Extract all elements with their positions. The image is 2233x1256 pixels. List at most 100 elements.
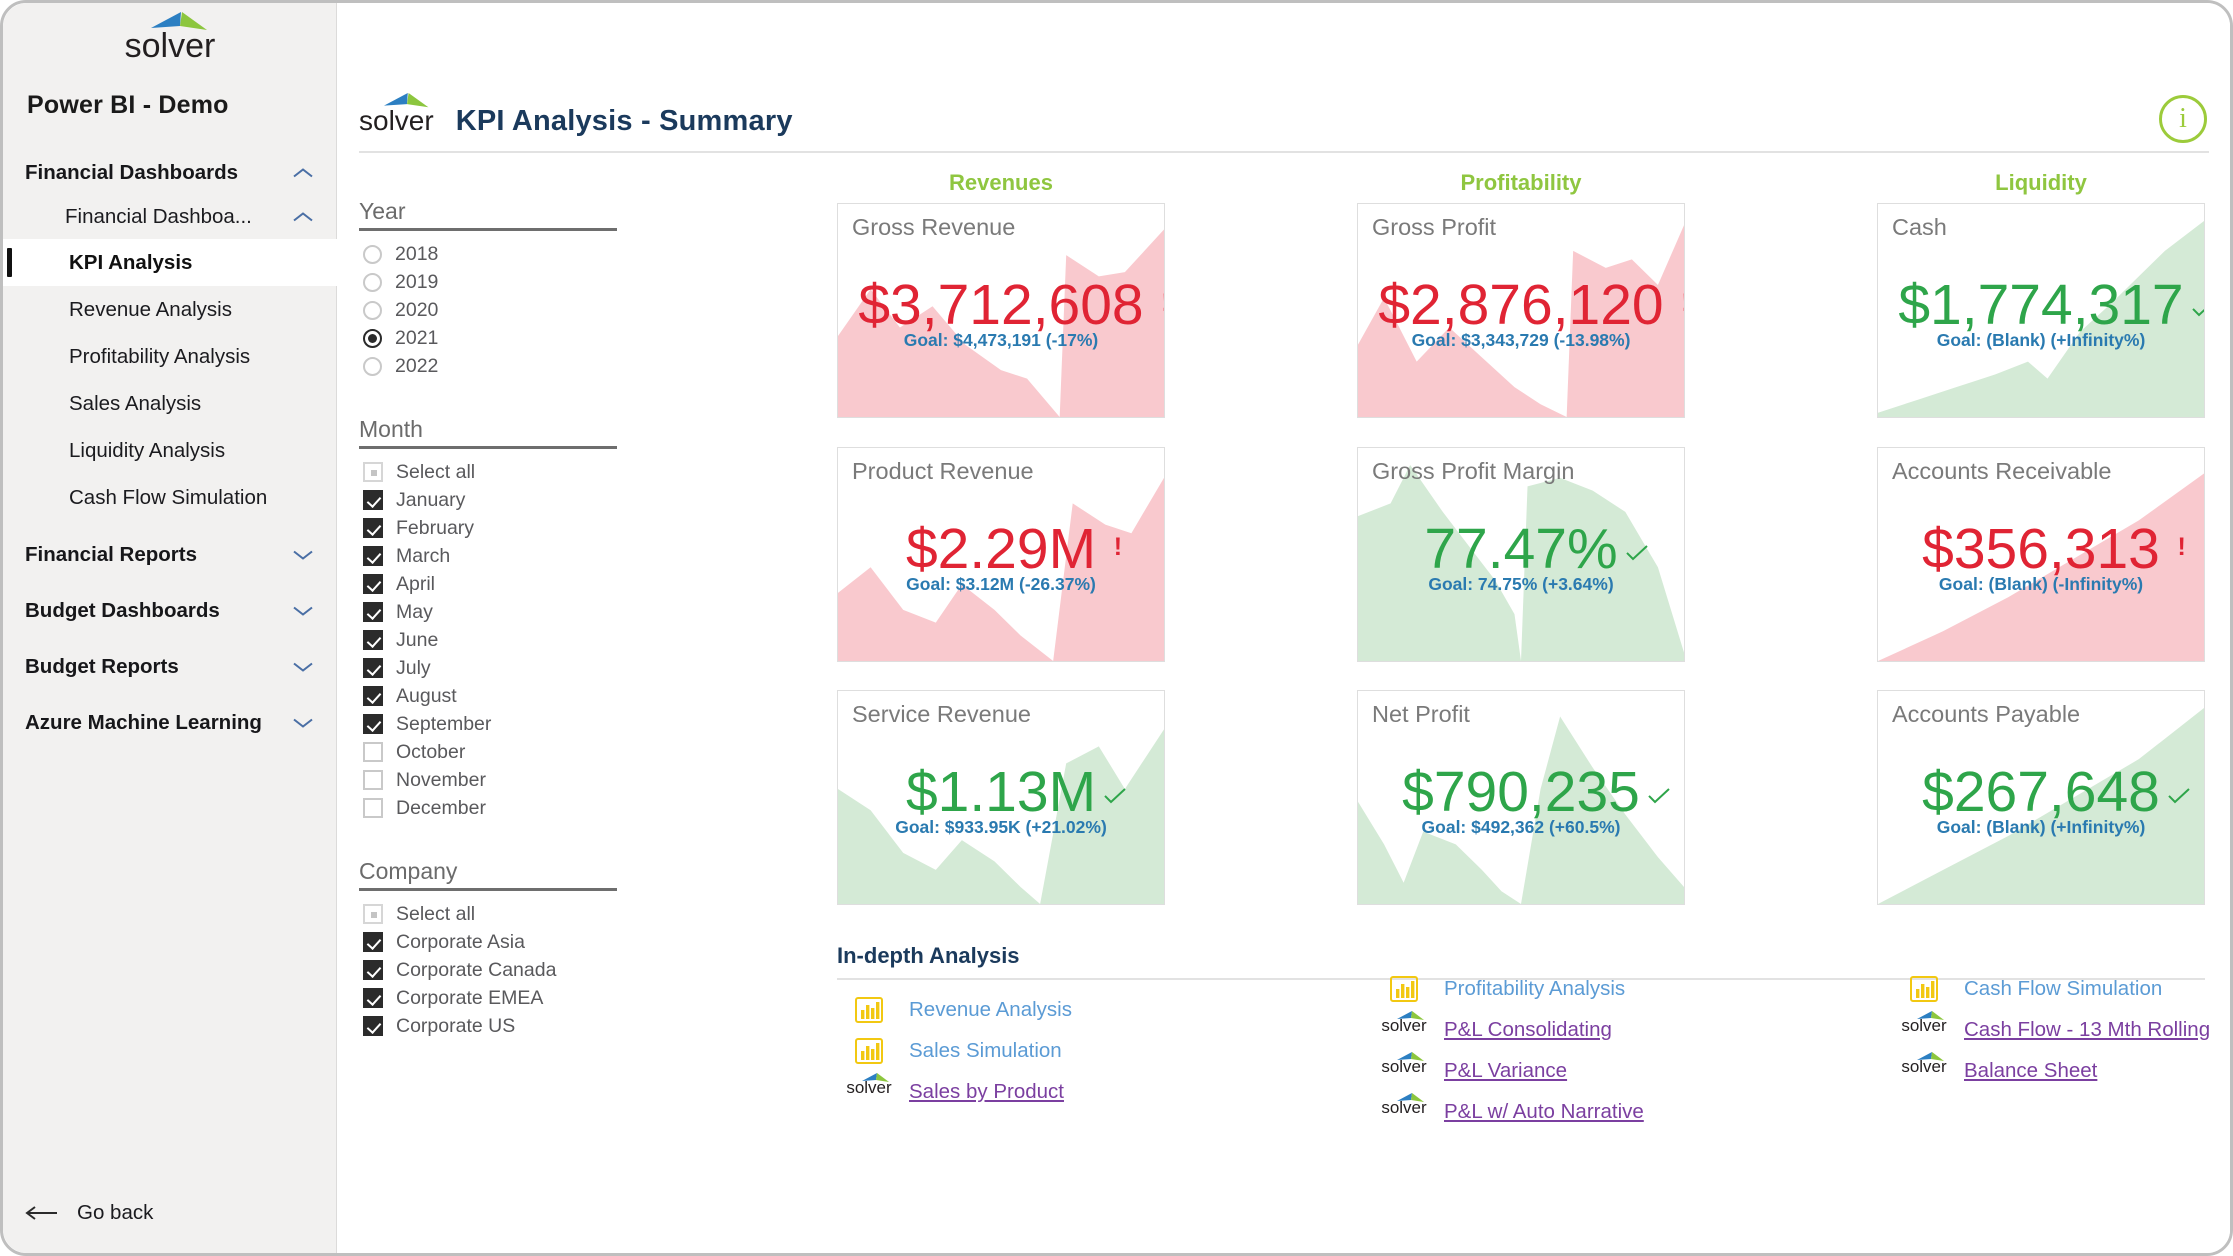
kpi-card-net-profit[interactable]: Net Profit $790,235 Goal: $492,362 (+60.5%… <box>1357 690 1685 905</box>
kpi-card-accounts-receivable[interactable]: Accounts Receivable $356,313! Goal: (Blank… <box>1877 447 2205 662</box>
sidebar-item-label: Profitability Analysis <box>69 344 251 368</box>
kpi-card-accounts-payable[interactable]: Accounts Payable $267,648 Goal: (Blank) (+… <box>1877 690 2205 905</box>
kpi-card-gross-profit[interactable]: Gross Profit $2,876,120!Goal: $3,343,729 … <box>1357 203 1685 418</box>
month-option-september[interactable]: September <box>359 710 629 738</box>
year-option-2019[interactable]: 2019 <box>359 268 629 296</box>
indepth-link-balance-sheet[interactable]: solver Balance Sheet <box>1901 1050 2210 1091</box>
header-divider <box>359 151 2209 153</box>
divider <box>359 446 617 449</box>
sidebar-item-sales-analysis[interactable]: Sales Analysis <box>3 380 337 427</box>
sidebar-item-kpi-analysis[interactable]: KPI Analysis <box>3 239 337 286</box>
sidebar-logo: solver <box>3 12 337 63</box>
indepth-analysis-title: In-depth Analysis <box>837 943 1020 968</box>
filters-panel: Year 2018 2019 2020 2021 2022 Month Sele… <box>359 198 629 1040</box>
indepth-link-p-l-consolidating[interactable]: solver P&L Consolidating <box>1381 1009 1644 1050</box>
month-option-label: April <box>396 572 436 595</box>
sidebar-group-budget-dashboards[interactable]: Budget Dashboards <box>3 589 337 633</box>
month-option-label: March <box>396 544 451 567</box>
company-option-corporate-emea[interactable]: Corporate EMEA <box>359 984 629 1012</box>
company-option-corporate-us[interactable]: Corporate US <box>359 1012 629 1040</box>
month-option-april[interactable]: April <box>359 570 629 598</box>
kpi-card-body: $1,774,317 Goal: (Blank) (+Infinity%) <box>1878 276 2204 350</box>
month-select-all[interactable]: Select all <box>359 458 629 486</box>
kpi-value: $2,876,120! <box>1378 276 1684 333</box>
info-icon[interactable]: i <box>2159 95 2207 143</box>
column-header-liquidity: Liquidity <box>1995 170 2087 195</box>
company-select-all-label: Select all <box>396 902 476 925</box>
month-option-october[interactable]: October <box>359 738 629 766</box>
kpi-card-title: Cash <box>1892 214 1947 240</box>
divider <box>359 888 617 891</box>
sidebar-item-revenue-analysis[interactable]: Revenue Analysis <box>3 286 337 333</box>
year-option-2022[interactable]: 2022 <box>359 352 629 380</box>
chevron-up-icon <box>293 212 313 223</box>
sidebar-item-profitability-analysis[interactable]: Profitability Analysis <box>3 333 337 380</box>
month-option-december[interactable]: December <box>359 794 629 822</box>
indepth-link-cash-flow-simulation[interactable]: Cash Flow Simulation <box>1902 968 2210 1009</box>
sidebar-item-cash-flow-simulation[interactable]: Cash Flow Simulation <box>3 474 337 521</box>
year-option-label: 2022 <box>395 354 439 377</box>
month-option-june[interactable]: June <box>359 626 629 654</box>
year-option-2021[interactable]: 2021 <box>359 324 629 352</box>
kpi-card-title: Accounts Payable <box>1892 701 2081 727</box>
indepth-link-profitability-analysis[interactable]: Profitability Analysis <box>1382 968 1644 1009</box>
indepth-link-sales-simulation[interactable]: Sales Simulation <box>847 1030 1072 1071</box>
info-glyph: i <box>2179 103 2187 134</box>
chevron-down-icon <box>293 662 313 673</box>
sidebar-group-financial-dashboards[interactable]: Financial Dashboards <box>3 151 337 195</box>
solver-icon: solver <box>1381 1010 1427 1043</box>
solver-icon: solver <box>1901 1051 1947 1084</box>
kpi-card-cash[interactable]: Cash $1,774,317 Goal: (Blank) (+Infinity%) <box>1877 203 2205 418</box>
status-check-icon <box>1648 781 1670 808</box>
kpi-card-gross-profit-margin[interactable]: Gross Profit Margin 77.47% Goal: 74.75% (+… <box>1357 447 1685 662</box>
solver-mark-icon <box>1396 1009 1425 1020</box>
kpi-card-service-revenue[interactable]: Service Revenue $1.13M Goal: $933.95K (+21… <box>837 690 1165 905</box>
sidebar-group-label: Financial Dashboards <box>25 161 239 184</box>
kpi-card-gross-revenue[interactable]: Gross Revenue $3,712,608!Goal: $4,473,191… <box>837 203 1165 418</box>
indepth-link-revenue-analysis[interactable]: Revenue Analysis <box>847 989 1072 1030</box>
status-check-icon <box>2191 294 2204 321</box>
sidebar-item-label: Cash Flow Simulation <box>69 485 268 509</box>
indepth-link-sales-by-product[interactable]: solver Sales by Product <box>846 1071 1072 1112</box>
month-option-may[interactable]: May <box>359 598 629 626</box>
kpi-card-product-revenue[interactable]: Product Revenue $2.29M! Goal: $3.12M (-26.… <box>837 447 1165 662</box>
year-option-2020[interactable]: 2020 <box>359 296 629 324</box>
status-alert-icon: ! <box>1681 290 1684 315</box>
kpi-value: $1.13M <box>906 763 1126 820</box>
year-option-2018[interactable]: 2018 <box>359 240 629 268</box>
app-title: Power BI - Demo <box>27 91 229 119</box>
month-option-july[interactable]: July <box>359 654 629 682</box>
status-check-icon <box>2168 781 2190 808</box>
company-option-corporate-asia[interactable]: Corporate Asia <box>359 928 629 956</box>
company-option-corporate-canada[interactable]: Corporate Canada <box>359 956 629 984</box>
month-option-february[interactable]: February <box>359 514 629 542</box>
month-option-january[interactable]: January <box>359 486 629 514</box>
chevron-down-icon <box>293 718 313 729</box>
sidebar-item-liquidity-analysis[interactable]: Liquidity Analysis <box>3 427 337 474</box>
powerbi-icon <box>847 1036 891 1066</box>
indepth-link-p-l-w-auto-narrative[interactable]: solver P&L w/ Auto Narrative <box>1381 1091 1644 1132</box>
kpi-card-body: $3,712,608!Goal: $4,473,191 (-17%) <box>838 276 1164 350</box>
go-back-button[interactable]: Go back <box>3 1201 337 1225</box>
indepth-link-p-l-variance[interactable]: solver P&L Variance <box>1381 1050 1644 1091</box>
sidebar-group-azure-machine-learning[interactable]: Azure Machine Learning <box>3 701 337 745</box>
checkbox-checked-icon <box>363 1016 383 1036</box>
kpi-card-title: Accounts Receivable <box>1892 458 2112 484</box>
app-window: solver Power BI - Demo Financial Dashboa… <box>0 0 2233 1256</box>
checkbox-checked-icon <box>363 574 383 594</box>
checkbox-checked-icon <box>363 490 383 510</box>
sidebar-group-financial-reports[interactable]: Financial Reports <box>3 533 337 577</box>
month-option-label: July <box>396 656 431 679</box>
indepth-link-cash-flow-13-mth-rolling[interactable]: solver Cash Flow - 13 Mth Rolling <box>1901 1009 2210 1050</box>
sidebar-group-budget-reports[interactable]: Budget Reports <box>3 645 337 689</box>
sidebar-subgroup-financial-dashboards[interactable]: Financial Dashboa... <box>3 195 337 239</box>
month-option-november[interactable]: November <box>359 766 629 794</box>
chevron-up-icon <box>293 168 313 179</box>
month-option-august[interactable]: August <box>359 682 629 710</box>
indepth-link-label: Sales by Product <box>909 1079 1064 1103</box>
sidebar-group-label: Budget Dashboards <box>25 599 220 622</box>
month-option-march[interactable]: March <box>359 542 629 570</box>
month-option-label: November <box>396 768 486 791</box>
company-select-all[interactable]: Select all <box>359 900 629 928</box>
